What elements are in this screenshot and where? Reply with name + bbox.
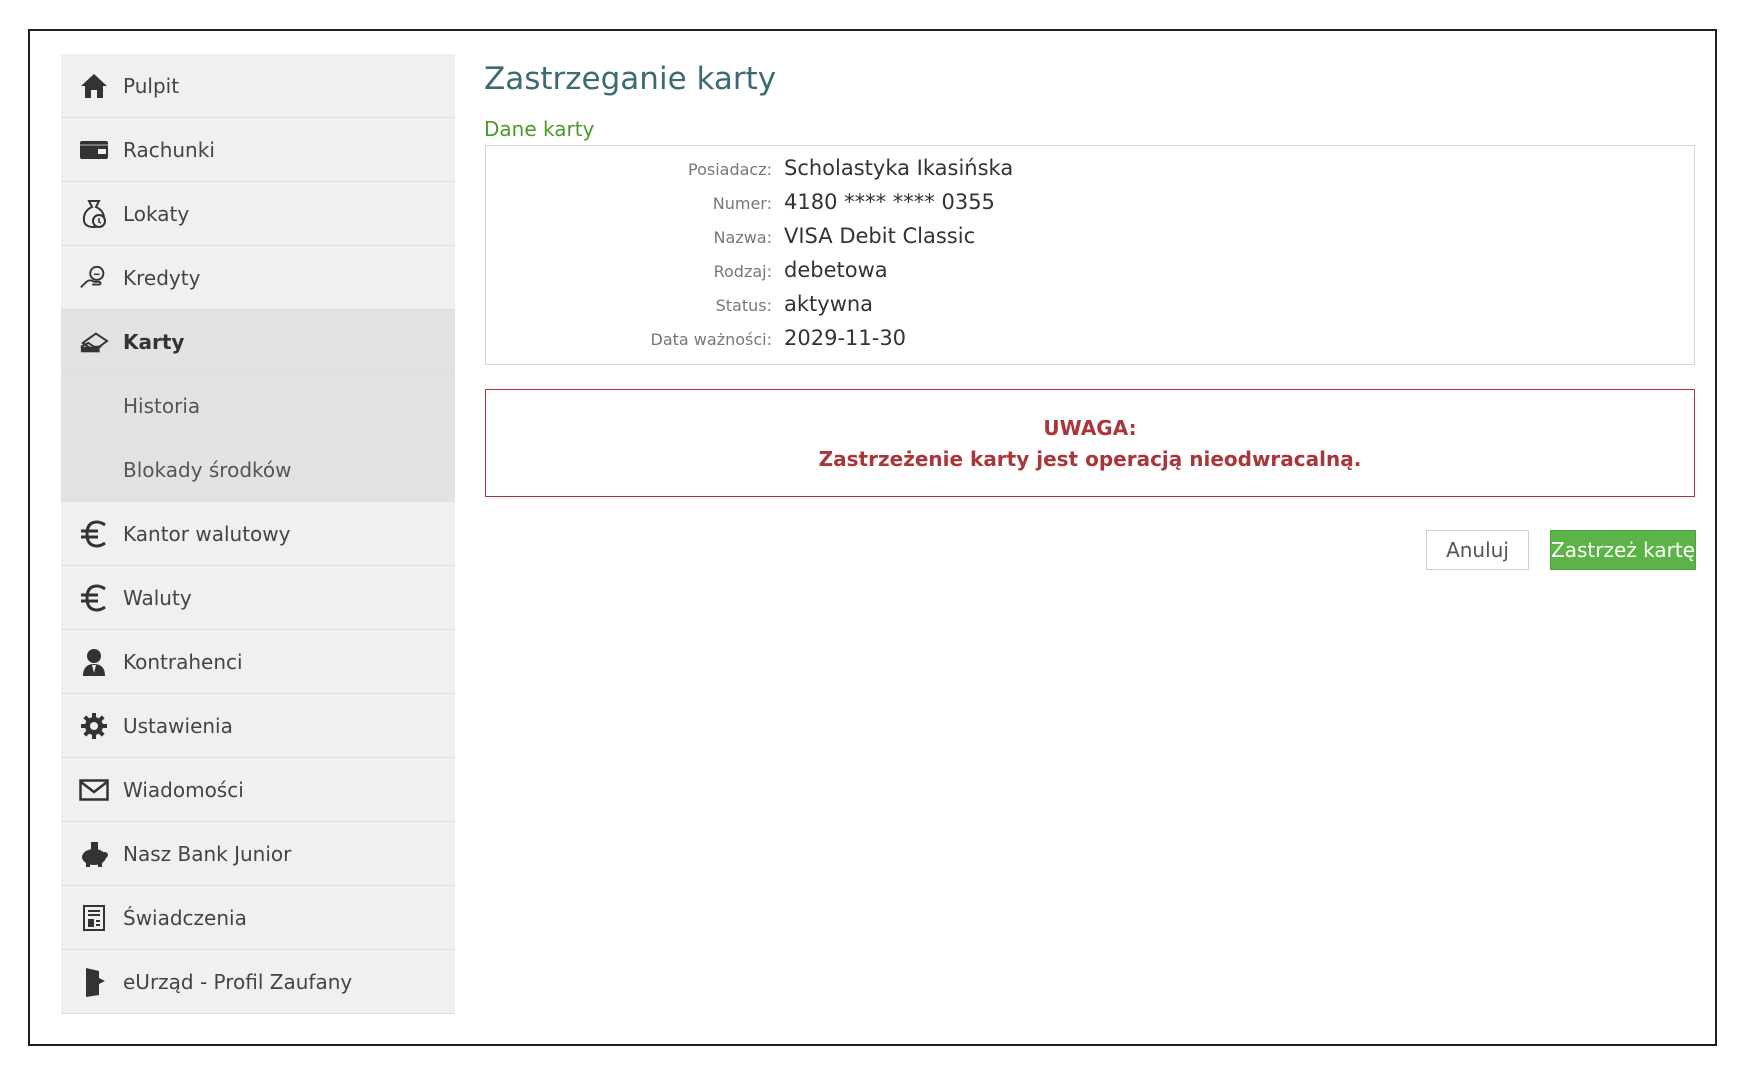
sidebar-item-pulpit[interactable]: Pulpit	[61, 54, 455, 118]
sidebar-item-label: eUrząd - Profil Zaufany	[123, 969, 353, 994]
sidebar-item-kredyty[interactable]: Kredyty	[61, 246, 455, 310]
sidebar-item-wiadomosci[interactable]: Wiadomości	[61, 758, 455, 822]
field-label: Nazwa:	[713, 228, 772, 247]
section-title: Dane karty	[484, 117, 595, 141]
sidebar-item-lokaty[interactable]: Lokaty	[61, 182, 455, 246]
sidebar-item-eurzad[interactable]: eUrząd - Profil Zaufany	[61, 950, 455, 1014]
sidebar-item-nasz-bank-junior[interactable]: Nasz Bank Junior	[61, 822, 455, 886]
block-card-button[interactable]: Zastrzeż kartę	[1550, 530, 1696, 570]
sidebar-item-rachunki[interactable]: Rachunki	[61, 118, 455, 182]
sidebar-item-kontrahenci[interactable]: Kontrahenci	[61, 630, 455, 694]
card-details-panel: Posiadacz: Scholastyka Ikasińska Numer: …	[485, 145, 1695, 365]
sidebar-item-label: Kredyty	[123, 265, 201, 290]
field-value: Scholastyka Ikasińska	[784, 156, 1014, 180]
warning-title: UWAGA:	[1043, 416, 1137, 440]
sidebar-subitem-blokady[interactable]: Blokady środków	[61, 438, 455, 502]
sidebar-item-ustawienia[interactable]: Ustawienia	[61, 694, 455, 758]
field-value: debetowa	[784, 258, 888, 282]
sidebar-item-label: Lokaty	[123, 201, 190, 226]
gear-icon	[79, 711, 109, 741]
envelope-icon	[79, 775, 109, 805]
sidebar-item-label: Świadczenia	[123, 905, 247, 930]
sidebar-item-label: Waluty	[123, 585, 192, 610]
cancel-button[interactable]: Anuluj	[1426, 530, 1529, 570]
field-label: Rodzaj:	[713, 262, 772, 281]
warning-box: UWAGA: Zastrzeżenie karty jest operacją …	[485, 389, 1695, 497]
document-icon	[79, 903, 109, 933]
piggy-bank-icon	[79, 839, 109, 869]
field-value: VISA Debit Classic	[784, 224, 976, 248]
sidebar-item-label: Wiadomości	[123, 777, 244, 802]
sidebar-item-label: Ustawienia	[123, 713, 233, 738]
app-frame: Pulpit Rachunki Lokaty Kredyty Karty His…	[28, 29, 1717, 1046]
field-label: Status:	[715, 296, 772, 315]
card-row-expiry: Data ważności: 2029-11-30	[486, 326, 1694, 360]
hand-card-icon	[79, 327, 109, 357]
sidebar-subitem-label: Historia	[123, 394, 201, 418]
sidebar-item-waluty[interactable]: Waluty	[61, 566, 455, 630]
card-row-holder: Posiadacz: Scholastyka Ikasińska	[486, 156, 1694, 190]
field-label: Numer:	[712, 194, 772, 213]
sidebar-item-label: Pulpit	[123, 73, 180, 98]
sidebar-item-label: Kontrahenci	[123, 649, 243, 674]
sidebar-item-label: Rachunki	[123, 137, 215, 162]
sidebar-item-label: Karty	[123, 329, 185, 354]
warning-text: Zastrzeżenie karty jest operacją nieodwr…	[818, 447, 1362, 471]
sidebar: Pulpit Rachunki Lokaty Kredyty Karty His…	[61, 54, 455, 1014]
sidebar-subitem-label: Blokady środków	[123, 458, 292, 482]
sidebar-item-label: Nasz Bank Junior	[123, 841, 292, 866]
person-icon	[79, 647, 109, 677]
sidebar-subitem-historia[interactable]: Historia	[61, 374, 455, 438]
euro-icon	[79, 583, 109, 613]
wallet-icon	[79, 135, 109, 165]
field-value: 2029-11-30	[784, 326, 907, 350]
card-row-number: Numer: 4180 **** **** 0355	[486, 190, 1694, 224]
page-title: Zastrzeganie karty	[484, 61, 777, 97]
card-row-name: Nazwa: VISA Debit Classic	[486, 224, 1694, 258]
card-row-type: Rodzaj: debetowa	[486, 258, 1694, 292]
sidebar-item-karty[interactable]: Karty	[61, 310, 455, 374]
field-label: Posiadacz:	[688, 160, 772, 179]
home-icon	[79, 71, 109, 101]
field-label: Data ważności:	[650, 330, 772, 349]
sidebar-item-swiadczenia[interactable]: Świadczenia	[61, 886, 455, 950]
field-value: aktywna	[784, 292, 874, 316]
euro-icon	[79, 519, 109, 549]
field-value: 4180 **** **** 0355	[784, 190, 995, 214]
moneybag-icon	[79, 199, 109, 229]
hand-coin-icon	[79, 263, 109, 293]
card-row-status: Status: aktywna	[486, 292, 1694, 326]
sidebar-item-kantor-walutowy[interactable]: Kantor walutowy	[61, 502, 455, 566]
sidebar-item-label: Kantor walutowy	[123, 521, 291, 546]
door-icon	[79, 967, 109, 997]
